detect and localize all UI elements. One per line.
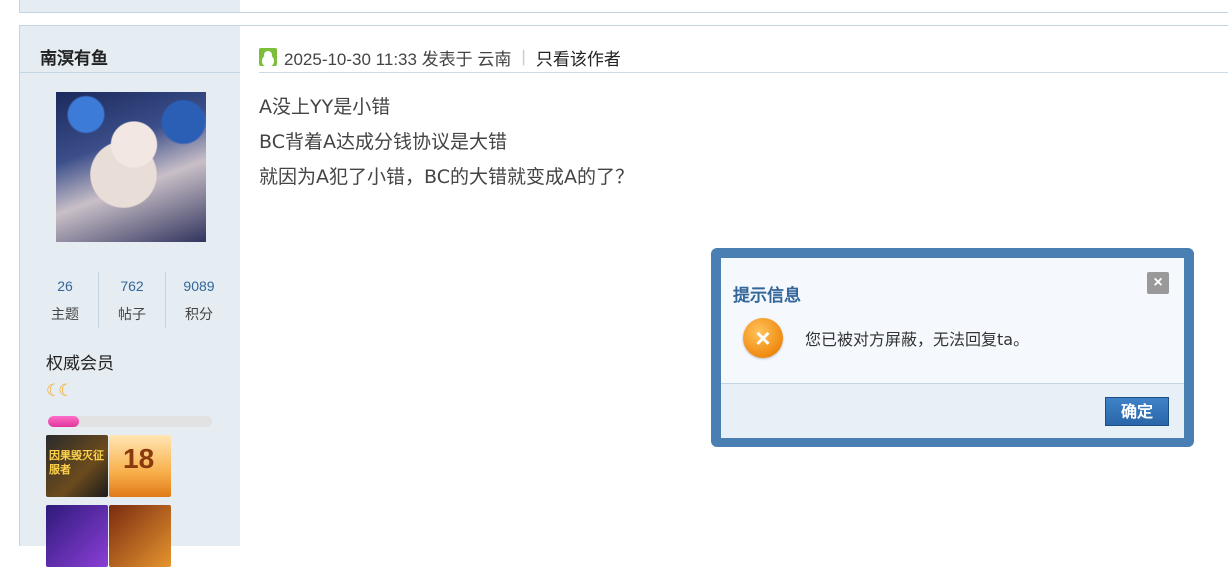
previous-post-sidebar: [20, 0, 240, 12]
stat-threads[interactable]: 26 主题: [32, 272, 99, 328]
stat-posts-label: 帖子: [118, 307, 146, 323]
moon-rank-icon: ☾☾: [46, 381, 74, 400]
medal-conqueror[interactable]: 因果毁灭征服者: [46, 435, 108, 497]
dialog-message: 您已被对方屏蔽，无法回复ta。: [805, 330, 1030, 349]
previous-post-strip: [19, 0, 1228, 13]
user-online-icon: [259, 48, 277, 66]
stat-threads-label: 主题: [51, 307, 79, 323]
author-stats: 26 主题 762 帖子 9089 积分: [32, 272, 236, 328]
post-line: A没上YY是小错: [259, 96, 391, 118]
post-content: A没上YY是小错 BC背着A达成分钱协议是大错 就因为A犯了小错，BC的大错就变…: [259, 90, 634, 195]
alert-dialog: 提示信息 × × 您已被对方屏蔽，无法回复ta。 确定: [711, 248, 1194, 447]
medal-anniversary-cake[interactable]: 18: [109, 435, 171, 497]
post-meta: 2025-10-30 11:33 发表于 云南: [284, 49, 512, 69]
header-separator: |: [521, 47, 526, 66]
stat-points-value: 9089: [183, 278, 215, 294]
dialog-body: 提示信息 × × 您已被对方屏蔽，无法回复ta。 确定: [721, 258, 1184, 438]
only-author-link[interactable]: 只看该作者: [536, 45, 621, 70]
stat-points[interactable]: 9089 积分: [166, 272, 232, 328]
close-icon[interactable]: ×: [1147, 272, 1169, 294]
author-name[interactable]: 南溟有鱼: [40, 44, 108, 69]
post-line: 就因为A犯了小错，BC的大错就变成A的了？: [259, 166, 634, 188]
level-progress-fill: [48, 416, 80, 427]
avatar[interactable]: [56, 92, 206, 242]
medal-orange[interactable]: [109, 505, 171, 567]
confirm-button[interactable]: 确定: [1105, 397, 1169, 426]
level-progress-bar: [48, 416, 212, 427]
stat-posts[interactable]: 762 帖子: [99, 272, 166, 328]
medal-anniversary-text: 18: [123, 443, 155, 474]
stat-threads-value: 26: [57, 278, 73, 294]
stat-points-label: 积分: [185, 307, 213, 323]
post-line: BC背着A达成分钱协议是大错: [259, 131, 507, 153]
medal-conqueror-text: 因果毁灭征服者: [49, 449, 104, 476]
stat-posts-value: 762: [120, 278, 144, 294]
medal-purple[interactable]: [46, 505, 108, 567]
user-group[interactable]: 权威会员: [46, 349, 114, 374]
error-icon: ×: [743, 318, 783, 358]
post-header: 2025-10-30 11:33 发表于 云南 | 只看该作者: [259, 43, 621, 71]
sidebar-divider: [20, 72, 240, 73]
header-divider: [259, 72, 1228, 73]
dialog-title: 提示信息: [733, 286, 801, 306]
author-sidebar: 南溟有鱼 26 主题 762 帖子 9089 积分 权威会员 ☾☾ 因果毁灭征服…: [20, 26, 240, 567]
dialog-footer: 确定: [721, 383, 1184, 438]
